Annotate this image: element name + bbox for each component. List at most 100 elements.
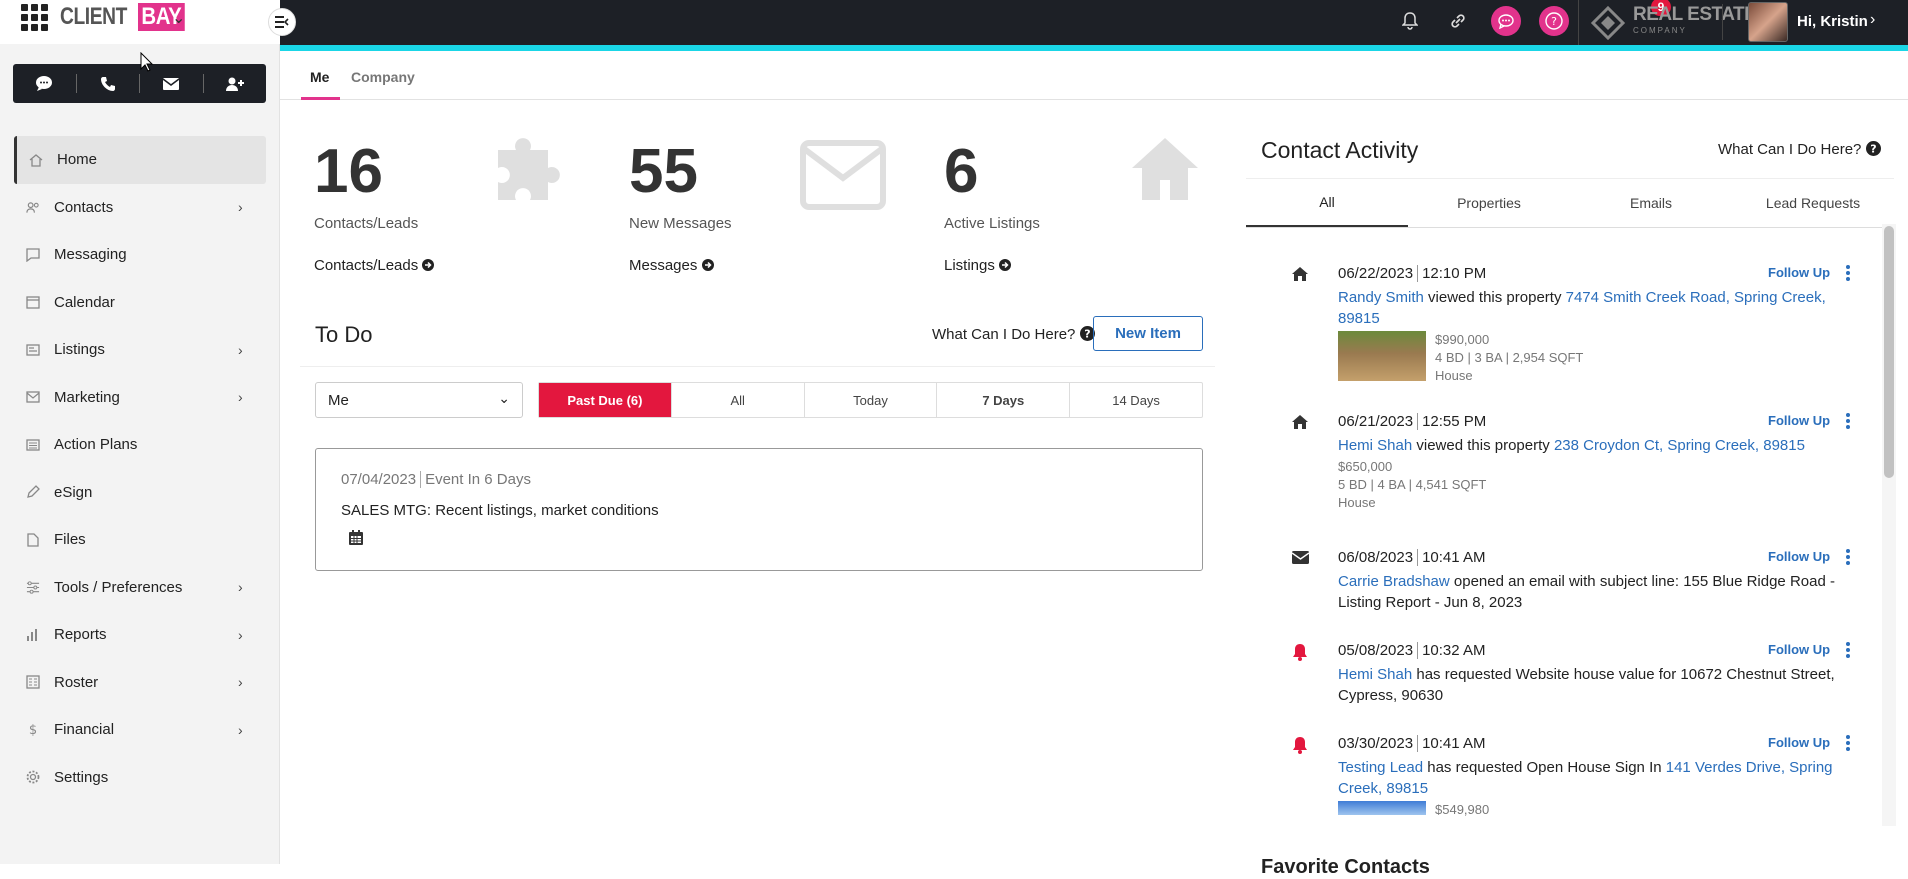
activity-help-link[interactable]: What Can I Do Here? ? [1718,141,1881,158]
sidebar-item-action-plans[interactable]: Action Plans [0,421,280,469]
chevron-down-icon[interactable]: ⌄ [172,8,185,28]
kebab-menu-icon[interactable] [1846,642,1850,663]
sidebar-header: CLIENT BAY ⌄ [0,0,280,44]
follow-up-button[interactable]: Follow Up [1768,265,1830,280]
activity-tabs: All Properties Emails Lead Requests [1246,178,1894,228]
property-link[interactable]: 238 Croydon Ct, Spring Creek, 89815 [1554,437,1805,454]
tab-me[interactable]: Me [310,69,329,85]
scrollbar-thumb[interactable] [1884,226,1894,478]
chevron-right-icon[interactable]: › [1870,11,1875,29]
kebab-menu-icon[interactable] [1846,265,1850,286]
sidebar-item-listings[interactable]: Listings › [0,326,280,374]
avatar[interactable] [1748,2,1788,42]
sidebar-item-label: Calendar [54,293,115,311]
contact-link[interactable]: Hemi Shah [1338,437,1412,454]
quick-call-button[interactable] [77,74,140,93]
filter-past-due-6[interactable]: Past Due (6) [539,383,672,417]
stat-link-text: Contacts/Leads [314,257,419,274]
activity-datetime: 06/22/2023 12:10 PM [1338,265,1486,282]
activity-tab-properties[interactable]: Properties [1408,179,1570,227]
activity-item: 03/30/2023 10:41 AM Follow Up Testing Lead … [1246,735,1866,834]
chat-button[interactable] [1491,6,1521,36]
kebab-menu-icon[interactable] [1846,413,1850,434]
sidebar-item-files[interactable]: Files [0,516,280,564]
user-greeting[interactable]: Hi, Kristin [1797,13,1868,30]
calendar-icon [26,295,40,309]
activity-date: 06/22/2023 [1338,265,1414,282]
sidebar-item-reports[interactable]: Reports › [0,611,280,659]
filter-today[interactable]: Today [805,383,938,417]
apps-grid-icon[interactable] [21,4,48,31]
house-icon [1130,134,1200,209]
sidebar-item-messaging[interactable]: Messaging [0,231,280,279]
stat-link[interactable]: Listings [944,257,1012,274]
mouse-cursor-icon [140,52,154,72]
todo-item-card[interactable]: 07/04/2023 Event In 6 Days SALES MTG: Rec… [315,448,1203,571]
sidebar-item-settings[interactable]: Settings [0,754,280,802]
sidebar-item-tools-preferences[interactable]: Tools / Preferences › [0,564,280,612]
activity-title: Contact Activity [1261,137,1419,163]
kebab-menu-icon[interactable] [1846,735,1850,756]
mail-icon [163,77,180,90]
follow-up-button[interactable]: Follow Up [1768,642,1830,657]
follow-up-button[interactable]: Follow Up [1768,413,1830,428]
quick-add-contact-button[interactable] [204,74,267,93]
filter-7-days[interactable]: 7 Days [937,383,1071,417]
todo-title: To Do [315,322,373,347]
bell-icon [1292,737,1310,755]
contact-link[interactable]: Testing Lead [1338,759,1423,776]
sidebar-item-financial[interactable]: $ Financial › [0,706,280,754]
activity-action: has requested Open House Sign In [1427,759,1662,776]
stat-link-text: Listings [944,257,995,274]
chevron-right-icon: › [238,674,243,691]
sidebar-item-contacts[interactable]: Contacts › [0,184,280,232]
activity-tab-emails[interactable]: Emails [1570,179,1732,227]
follow-up-button[interactable]: Follow Up [1768,735,1830,750]
property-photo[interactable] [1338,331,1426,381]
activity-tab-lead-requests[interactable]: Lead Requests [1732,179,1894,227]
sidebar-item-home[interactable]: Home [14,136,266,184]
sidebar-item-esign[interactable]: eSign [0,469,280,517]
activity-tab-all[interactable]: All [1246,179,1408,227]
stat-link[interactable]: Contacts/Leads [314,257,435,274]
listings-icon [26,343,40,357]
stat-label: Active Listings [944,215,1040,232]
sidebar-item-calendar[interactable]: Calendar [0,279,280,327]
follow-up-button[interactable]: Follow Up [1768,549,1830,564]
property-details: $650,000 5 BD | 4 BA | 4,541 SQFT House [1338,458,1486,512]
pen-icon [26,485,40,499]
assignee-select[interactable]: Me ⌄ [315,382,523,418]
contact-link[interactable]: Carrie Bradshaw [1338,573,1450,590]
todo-help-link[interactable]: What Can I Do Here? ? [932,326,1095,343]
tab-company[interactable]: Company [351,69,415,85]
calendar-icon[interactable] [349,530,363,545]
bell-icon [1292,644,1310,662]
help-button[interactable]: ? [1539,6,1569,36]
stat-link[interactable]: Messages [629,257,714,274]
activity-help-text: What Can I Do Here? [1718,141,1862,158]
file-icon [26,533,40,547]
kebab-menu-icon[interactable] [1846,549,1850,570]
home-icon [1292,415,1310,433]
new-item-button[interactable]: New Item [1093,316,1203,351]
activity-time: 12:55 PM [1422,413,1487,430]
sidebar-item-roster[interactable]: Roster › [0,659,280,707]
divider [1417,265,1419,282]
collapse-sidebar-button[interactable] [268,8,296,36]
quick-email-button[interactable] [140,74,204,93]
sidebar-item-marketing[interactable]: Marketing › [0,374,280,422]
sidebar-item-label: Settings [54,768,109,786]
property-price: $990,000 [1435,332,1490,347]
filter-all[interactable]: All [672,383,805,417]
property-photo[interactable] [1338,801,1426,815]
assignee-value: Me [328,392,349,409]
property-details: $990,000 4 BD | 3 BA | 2,954 SQFT House [1435,331,1583,385]
notifications-button[interactable] [1395,6,1425,36]
company-logo: REAL ESTATE COMPANY [1578,0,1757,45]
top-bar: 9 ? REAL ESTATE COMPANY Hi, Kristin › [280,0,1908,51]
quick-chat-button[interactable] [13,74,77,93]
contact-link[interactable]: Randy Smith [1338,289,1424,306]
contact-link[interactable]: Hemi Shah [1338,666,1412,683]
filter-14-days[interactable]: 14 Days [1070,383,1202,417]
links-button[interactable] [1443,6,1473,36]
